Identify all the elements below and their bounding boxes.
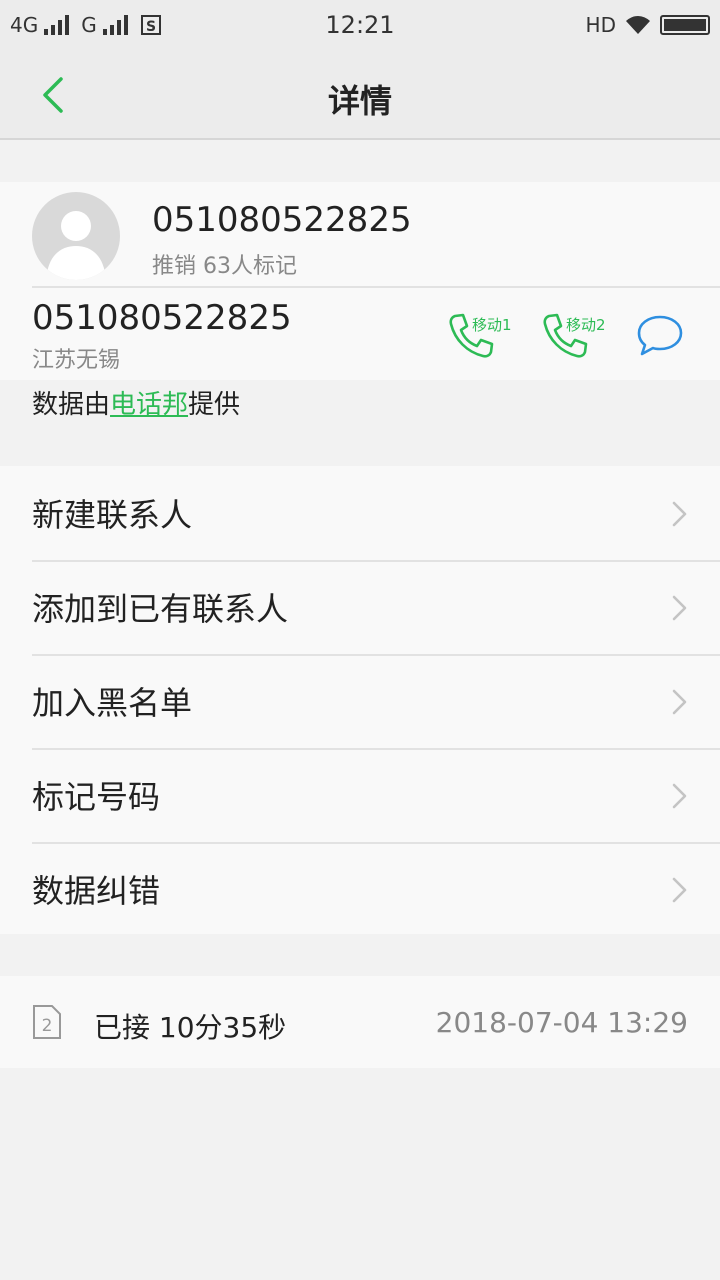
chevron-right-icon bbox=[672, 689, 687, 715]
phone-location: 江苏无锡 bbox=[32, 348, 121, 373]
source-link[interactable]: 电话邦 bbox=[110, 390, 188, 420]
status-right: HD bbox=[586, 13, 710, 37]
notification-icon: S bbox=[140, 15, 161, 35]
sim1-label: 移动1 bbox=[472, 316, 512, 334]
menu-item-label: 加入黑名单 bbox=[32, 684, 193, 722]
menu-item-label: 数据纠错 bbox=[32, 872, 161, 910]
sim-card-icon: 2 bbox=[33, 1005, 61, 1039]
signal-icon-2 bbox=[102, 15, 128, 35]
call-record-row[interactable]: 2 已接 10分35秒 2018-07-04 13:29 bbox=[0, 976, 720, 1068]
call-status: 已接 10分35秒 bbox=[94, 1011, 287, 1044]
menu-item-blacklist[interactable]: 加入黑名单 bbox=[0, 654, 720, 748]
chevron-right-icon bbox=[672, 595, 687, 621]
status-left: 4G G S bbox=[10, 13, 586, 37]
contact-number: 051080522825 bbox=[152, 200, 412, 240]
screen: 4G G S 12:21 HD 详情 051080522825 推销 63人标记… bbox=[0, 0, 720, 1280]
svg-text:S: S bbox=[146, 19, 156, 35]
chevron-right-icon bbox=[672, 877, 687, 903]
menu-item-mark-number[interactable]: 标记号码 bbox=[0, 748, 720, 842]
action-menu: 新建联系人 添加到已有联系人 加入黑名单 标记号码 数据纠错 bbox=[0, 466, 720, 934]
call-datetime: 2018-07-04 13:29 bbox=[435, 1006, 688, 1039]
wifi-icon bbox=[626, 16, 650, 34]
contact-card: 051080522825 推销 63人标记 051080522825 江苏无锡 … bbox=[0, 182, 720, 380]
page-title: 详情 bbox=[327, 82, 392, 120]
chevron-right-icon bbox=[672, 501, 687, 527]
menu-item-add-to-existing[interactable]: 添加到已有联系人 bbox=[0, 560, 720, 654]
phone-number[interactable]: 051080522825 bbox=[32, 298, 292, 338]
source-prefix: 数据由 bbox=[32, 390, 111, 420]
call-sim2-button[interactable]: 移动2 bbox=[540, 306, 616, 360]
message-button[interactable] bbox=[636, 314, 684, 356]
network-type-2: G bbox=[81, 13, 97, 37]
source-suffix: 提供 bbox=[188, 390, 241, 420]
menu-item-data-correction[interactable]: 数据纠错 bbox=[0, 842, 720, 936]
message-icon bbox=[637, 315, 683, 356]
spam-tag: 推销 63人标记 bbox=[152, 254, 297, 279]
signal-icon bbox=[44, 15, 70, 35]
default-avatar-icon bbox=[46, 211, 106, 280]
status-bar: 4G G S 12:21 HD bbox=[0, 0, 720, 50]
avatar[interactable] bbox=[32, 192, 120, 280]
data-source: 数据由电话邦提供 bbox=[32, 384, 240, 421]
network-type-1: 4G bbox=[10, 13, 39, 37]
divider bbox=[32, 286, 720, 288]
sim2-label: 移动2 bbox=[566, 316, 606, 334]
hd-indicator: HD bbox=[585, 13, 616, 37]
menu-item-label: 添加到已有联系人 bbox=[32, 590, 289, 628]
chevron-right-icon bbox=[672, 783, 687, 809]
menu-item-new-contact[interactable]: 新建联系人 bbox=[0, 466, 720, 560]
header: 详情 bbox=[0, 50, 720, 140]
sim-number: 2 bbox=[42, 1016, 53, 1036]
menu-item-label: 新建联系人 bbox=[32, 496, 193, 534]
menu-item-label: 标记号码 bbox=[32, 778, 161, 816]
battery-icon bbox=[660, 15, 710, 35]
call-sim1-button[interactable]: 移动1 bbox=[446, 306, 522, 360]
